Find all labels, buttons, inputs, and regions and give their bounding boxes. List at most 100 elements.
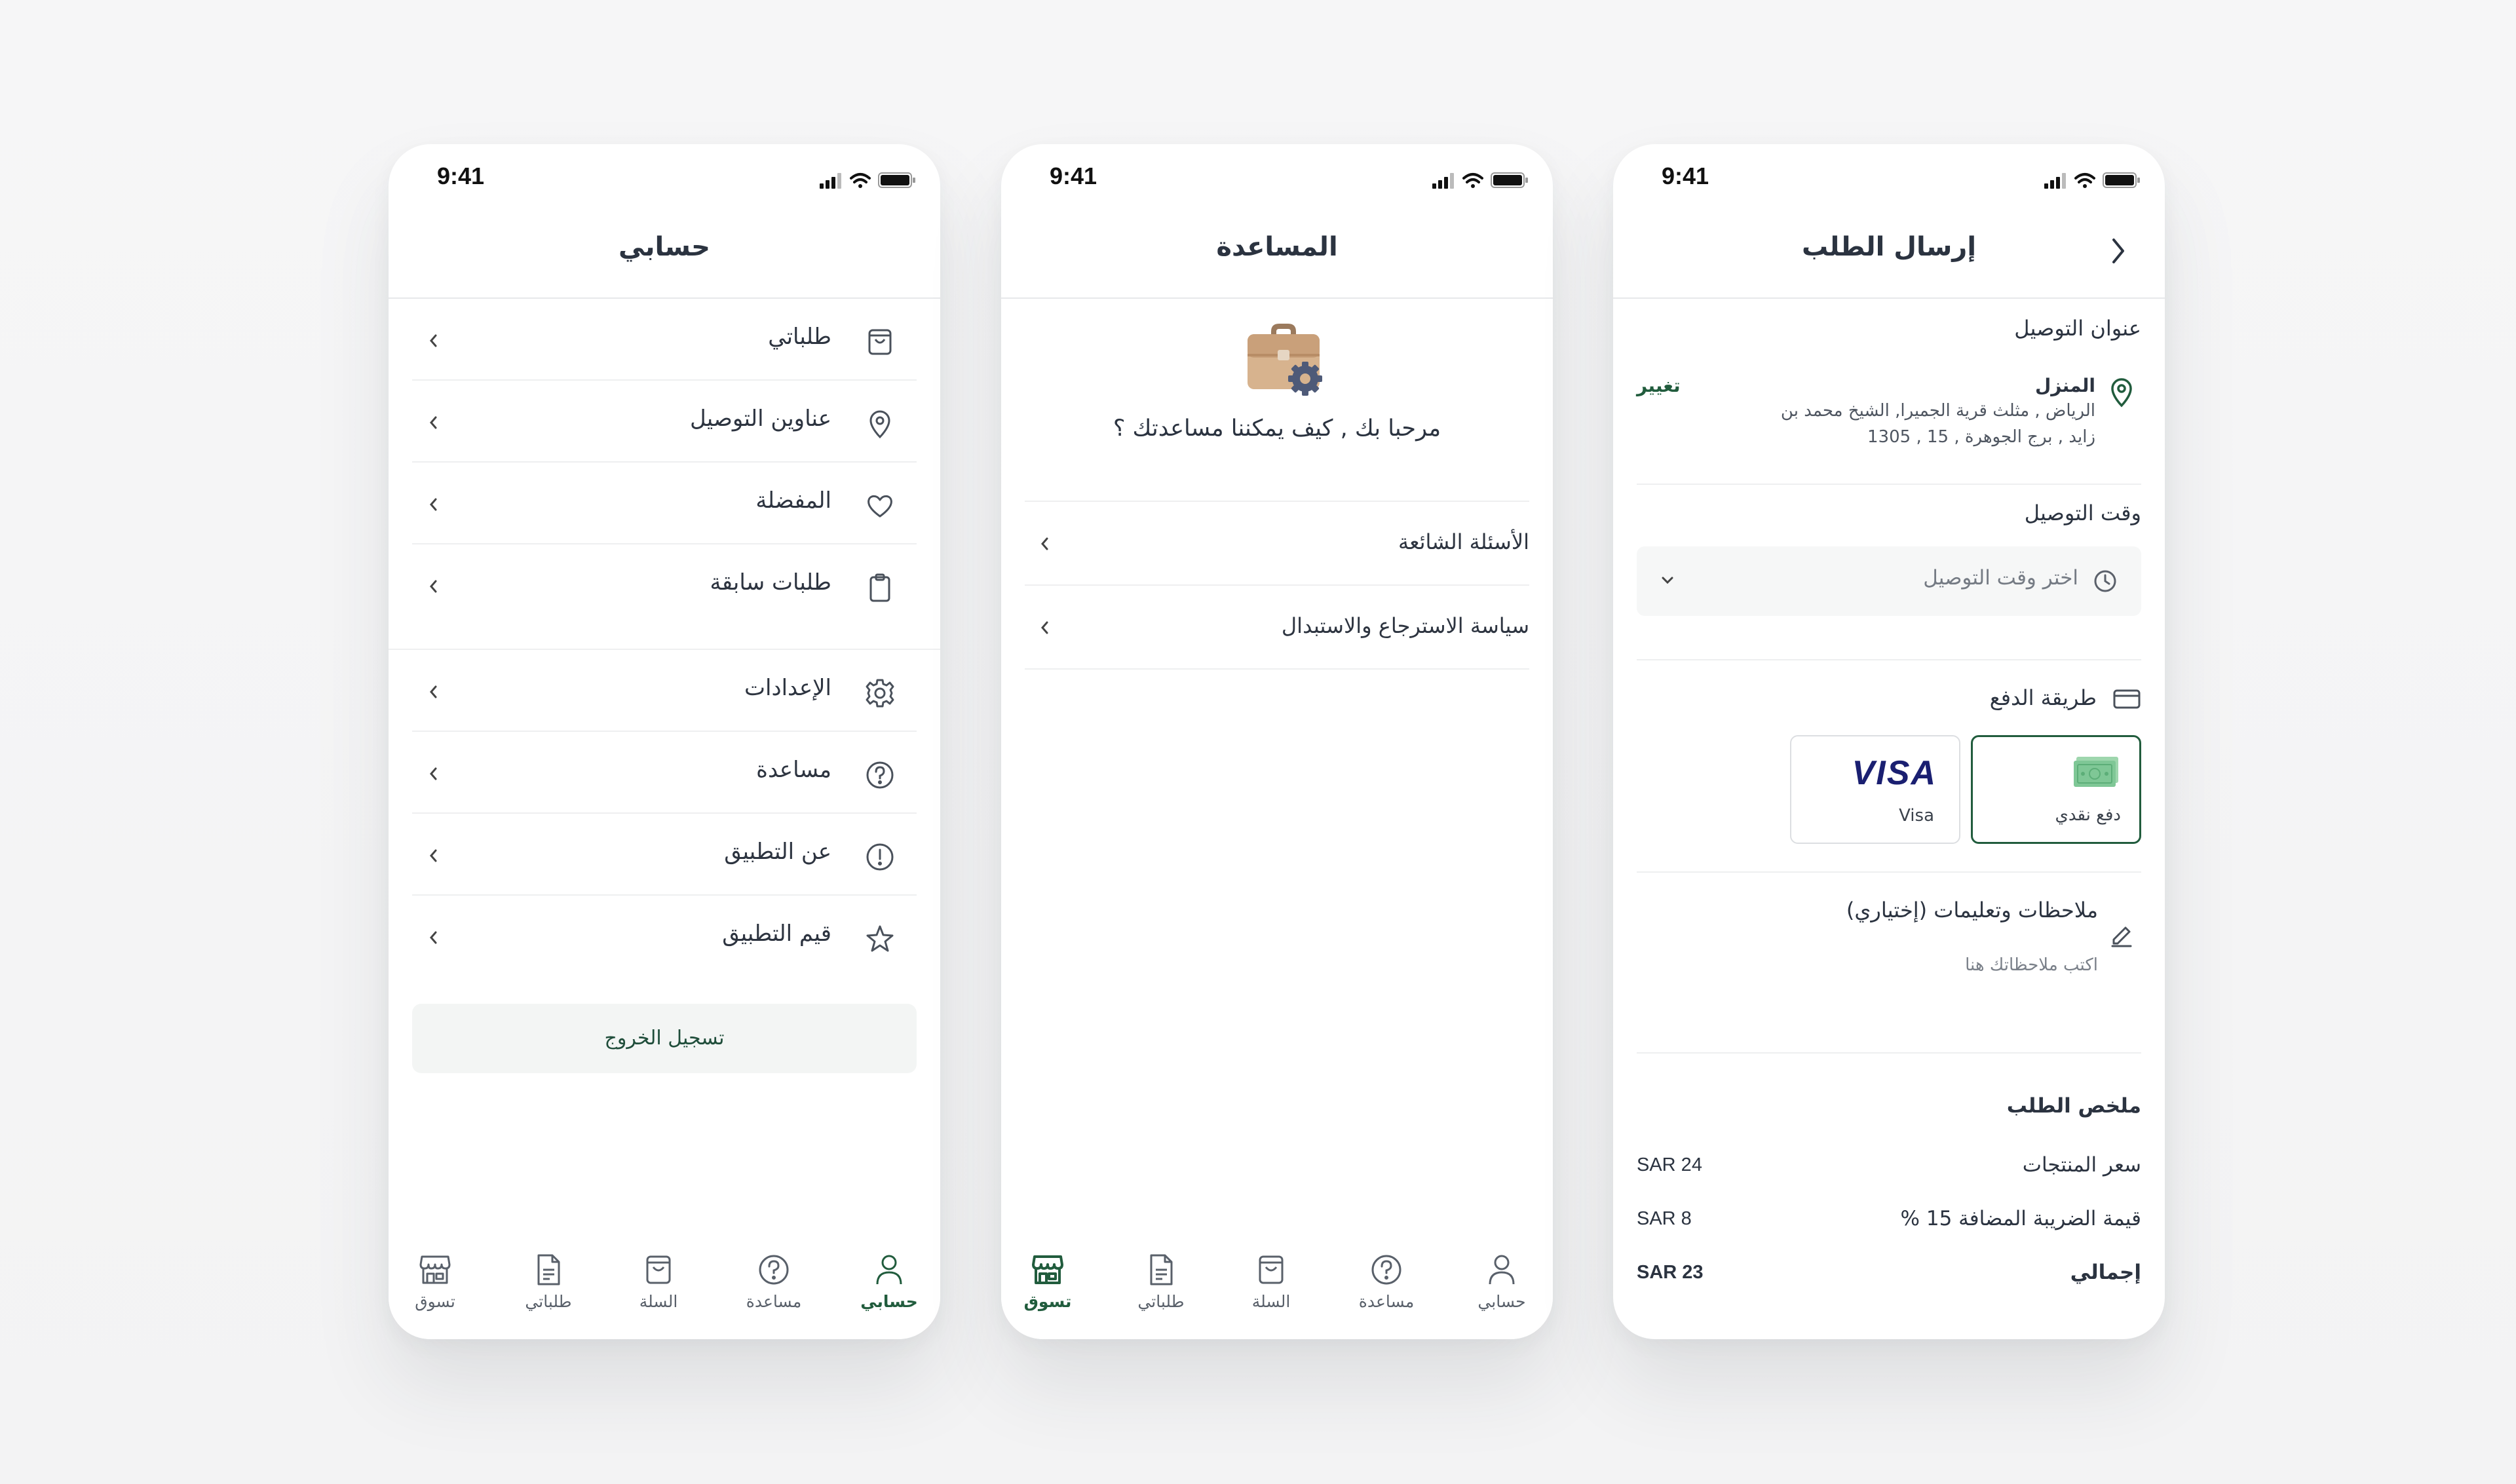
help-menu: الأسئلة الشائعة سياسة الاسترجاع والاستبد… — [1025, 501, 1529, 670]
bottom-tab-bar: حسابي مساعدة السلة طلباتي تسوق — [389, 1241, 940, 1339]
heart-icon — [867, 495, 892, 518]
location-pin-icon — [2111, 378, 2132, 408]
document-icon — [1150, 1254, 1173, 1285]
star-icon — [866, 925, 894, 952]
payment-section-title: طريقة الدفع — [1989, 685, 2097, 710]
menu-item-label: قيم التطبيق — [722, 921, 831, 947]
time-section-title: وقت التوصيل — [2024, 501, 2141, 525]
tab-label: حسابي — [860, 1292, 918, 1311]
back-chevron-icon[interactable] — [2105, 235, 2131, 267]
address-line-2: زايد , برج الجوهرة , 15 , 1305 — [1867, 427, 2095, 447]
menu-item-previous-orders[interactable]: طلبات سابقة — [412, 544, 917, 626]
menu-item-label: الإعدادات — [744, 675, 831, 701]
bottom-tab-bar: حسابي مساعدة السلة طلباتي تسوق — [1001, 1241, 1553, 1339]
account-menu: طلباتي عناوين التوصيل المفضلة طلبات سابق… — [389, 299, 940, 978]
menu-item-rate-app[interactable]: قيم التطبيق — [412, 896, 917, 978]
wifi-icon — [850, 173, 871, 188]
logout-button[interactable]: تسجيل الخروج — [412, 1004, 917, 1073]
tab-cart[interactable]: السلة — [613, 1253, 704, 1311]
credit-card-icon — [2113, 689, 2141, 709]
menu-item-settings[interactable]: الإعدادات — [412, 650, 917, 732]
payment-option-cash[interactable]: دفع نقدي — [1971, 735, 2141, 844]
wifi-icon — [1462, 173, 1483, 188]
tab-shop[interactable]: تسوق — [1006, 1253, 1089, 1311]
info-circle-icon — [866, 843, 894, 871]
summary-value: SAR 8 — [1637, 1208, 1692, 1229]
help-circle-icon — [866, 761, 894, 789]
help-circle-icon — [1371, 1255, 1401, 1285]
chevron-left-icon — [430, 416, 437, 429]
nav-bar: إرسال الطلب — [1613, 210, 2165, 299]
tab-account[interactable]: حسابي — [1456, 1253, 1548, 1311]
payment-option-label: دفع نقدي — [2055, 805, 2122, 825]
menu-item-my-orders[interactable]: طلباتي — [412, 299, 917, 381]
status-time: 9:41 — [1662, 162, 1709, 189]
chevron-left-icon — [1041, 537, 1048, 550]
payment-option-visa[interactable]: VISA Visa — [1790, 735, 1960, 844]
tab-label: مساعدة — [746, 1292, 802, 1311]
gear-icon — [866, 679, 894, 708]
notes-input[interactable]: اكتب ملاحظاتك هنا — [1965, 955, 2098, 975]
section-divider — [389, 626, 940, 650]
menu-item-delivery-addresses[interactable]: عناوين التوصيل — [412, 381, 917, 463]
menu-item-help[interactable]: مساعدة — [412, 732, 917, 814]
address-line-1: الرياض , مثلث قرية الجميرا, الشيخ محمد ب… — [1780, 401, 2095, 421]
tab-shop[interactable]: تسوق — [394, 1253, 476, 1311]
help-welcome-text: مرحبا بك , كيف يمكننا مساعدتك ؟ — [1113, 415, 1441, 442]
document-icon — [537, 1254, 560, 1285]
menu-item-label: طلبات سابقة — [710, 569, 832, 596]
tab-label: تسوق — [1023, 1292, 1072, 1311]
menu-item-label: طلباتي — [768, 324, 831, 350]
help-item-return-policy[interactable]: سياسة الاسترجاع والاستبدال — [1025, 586, 1529, 670]
divider — [1637, 1052, 2141, 1054]
chevron-left-icon — [430, 580, 437, 593]
tab-help[interactable]: مساعدة — [1341, 1253, 1432, 1311]
battery-icon — [878, 172, 915, 188]
menu-item-label: المفضلة — [755, 487, 831, 514]
nav-bar: المساعدة — [1001, 210, 1553, 299]
delivery-time-select[interactable]: اختر وقت التوصيل — [1637, 546, 2141, 616]
page-title: حسابي — [618, 232, 711, 262]
status-bar: 9:41 — [389, 144, 940, 210]
menu-item-favorites[interactable]: المفضلة — [412, 463, 917, 544]
summary-title: ملخص الطلب — [2006, 1094, 2141, 1118]
status-time: 9:41 — [437, 162, 485, 189]
chevron-left-icon — [430, 849, 437, 862]
change-address-link[interactable]: تغيير — [1637, 375, 1681, 396]
help-item-label: الأسئلة الشائعة — [1398, 529, 1529, 554]
user-icon — [876, 1255, 902, 1285]
chevron-down-icon — [1662, 577, 1673, 584]
chevron-left-icon — [430, 931, 437, 944]
status-icons — [1432, 170, 1531, 190]
account-screen: 9:41 حسابي طلباتي عناوين التوصيل المفضلة… — [389, 144, 940, 1339]
tab-orders[interactable]: طلباتي — [1115, 1253, 1207, 1311]
help-item-faq[interactable]: الأسئلة الشائعة — [1025, 502, 1529, 586]
delivery-time-placeholder: اختر وقت التوصيل — [1923, 566, 2078, 590]
signal-icon — [1432, 173, 1454, 189]
menu-item-label: مساعدة — [756, 757, 831, 783]
cash-icon — [2074, 757, 2118, 787]
summary-row: قيمة الضريبة المضافة 15 % SAR 8 — [1637, 1207, 2141, 1236]
tab-cart[interactable]: السلة — [1225, 1253, 1317, 1311]
tab-help[interactable]: مساعدة — [728, 1253, 820, 1311]
battery-icon — [1491, 172, 1528, 188]
briefcase-gear-icon — [1248, 324, 1322, 396]
visa-logo: VISA — [1852, 754, 1937, 792]
battery-icon — [2103, 172, 2140, 188]
chevron-left-icon — [430, 334, 437, 347]
nav-bar: حسابي — [389, 210, 940, 299]
tab-label: حسابي — [1477, 1292, 1526, 1311]
summary-row: سعر المنتجات SAR 24 — [1637, 1153, 2141, 1182]
tab-label: تسوق — [415, 1292, 455, 1311]
menu-item-label: عن التطبيق — [724, 839, 831, 865]
tab-account[interactable]: حسابي — [843, 1253, 935, 1311]
tab-orders[interactable]: طلباتي — [503, 1253, 594, 1311]
tab-label: السلة — [1251, 1292, 1291, 1311]
summary-label: قيمة الضريبة المضافة 15 % — [1900, 1207, 2141, 1230]
menu-item-about[interactable]: عن التطبيق — [412, 814, 917, 896]
shopping-bag-icon — [1259, 1255, 1284, 1284]
notes-title: ملاحظات وتعليمات (إختياري) — [1846, 898, 2098, 923]
chevron-left-icon — [430, 767, 437, 780]
chevron-left-icon — [1041, 621, 1048, 634]
edit-pencil-icon[interactable] — [2108, 921, 2135, 947]
